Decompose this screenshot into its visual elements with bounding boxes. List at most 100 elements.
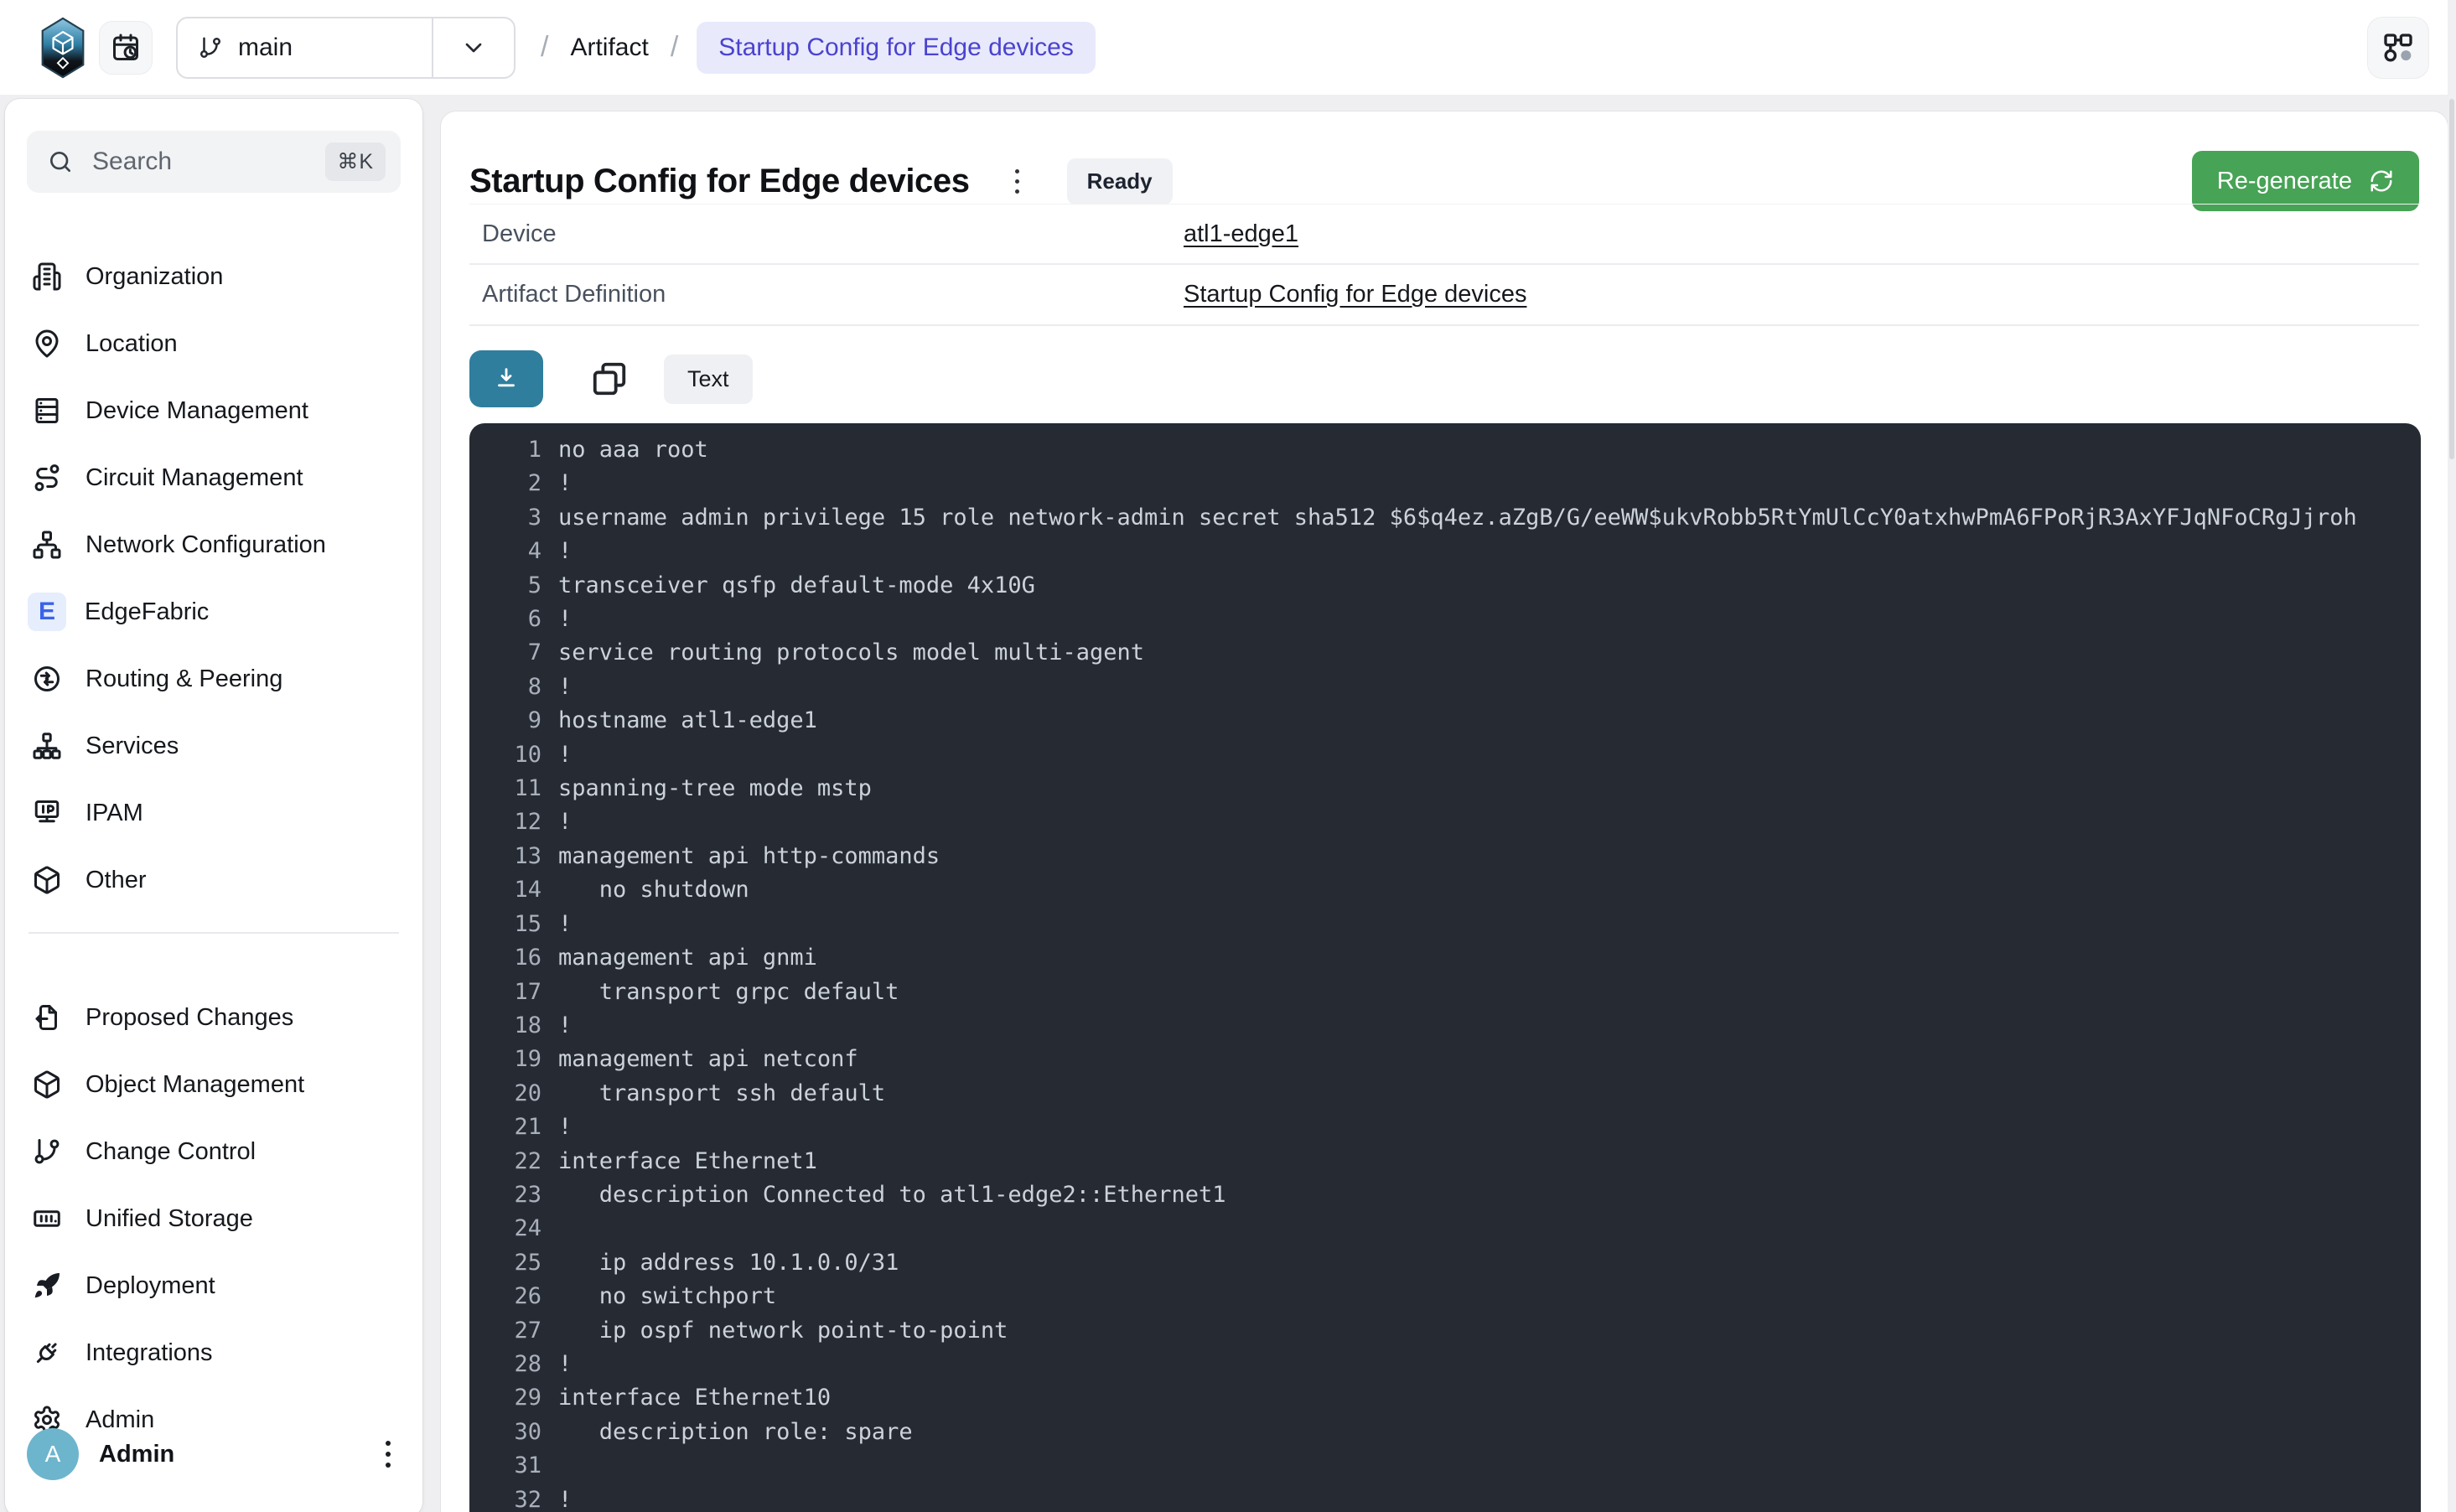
line-text: ip ospf network point-to-point <box>558 1314 1008 1348</box>
sidebar-item-device-management[interactable]: Device Management <box>5 377 422 444</box>
line-text: spanning-tree mode mstp <box>558 772 872 805</box>
line-text: management api gnmi <box>558 941 817 975</box>
line-number: 18 <box>490 1009 541 1043</box>
sidebar-item-label: Object Management <box>85 1071 304 1099</box>
sidebar-item-label: EdgeFabric <box>85 598 209 626</box>
sidebar-item-object-management[interactable]: Object Management <box>5 1051 422 1118</box>
route-icon <box>32 463 62 493</box>
sidebar-item-location[interactable]: Location <box>5 310 422 377</box>
line-number: 1 <box>490 433 541 467</box>
line-number: 23 <box>490 1178 541 1212</box>
line-text: interface Ethernet10 <box>558 1381 831 1415</box>
sidebar-item-label: Services <box>85 733 179 760</box>
page-scrollbar-thumb[interactable] <box>2449 99 2454 459</box>
sidebar-item-services[interactable]: Services <box>5 712 422 779</box>
app-logo-icon[interactable] <box>40 17 85 79</box>
code-line: 31 <box>490 1449 2421 1483</box>
line-number: 31 <box>490 1449 541 1483</box>
line-number: 26 <box>490 1280 541 1313</box>
branch-selector-toggle[interactable] <box>432 18 514 77</box>
search-placeholder: Search <box>92 148 307 176</box>
line-text: no shutdown <box>558 873 749 907</box>
breadcrumb-current[interactable]: Startup Config for Edge devices <box>697 22 1096 74</box>
sidebar-item-label: Change Control <box>85 1138 256 1166</box>
search-shortcut-badge: ⌘K <box>325 142 386 181</box>
code-line: 14 no shutdown <box>490 873 2421 907</box>
line-text: hostname atl1-edge1 <box>558 704 817 738</box>
code-line: 17 transport grpc default <box>490 976 2421 1009</box>
sidebar-item-unified-storage[interactable]: Unified Storage <box>5 1185 422 1252</box>
sidebar: Search ⌘K Organization Location Device Man… <box>5 99 422 1512</box>
sidebar-item-proposed-changes[interactable]: Proposed Changes <box>5 984 422 1051</box>
copy-button[interactable] <box>590 360 629 398</box>
line-number: 24 <box>490 1212 541 1245</box>
meta-value-link[interactable]: Startup Config for Edge devices <box>1184 281 1526 308</box>
sidebar-item-label: Routing & Peering <box>85 665 282 693</box>
line-number: 10 <box>490 738 541 772</box>
sidebar-item-label: Proposed Changes <box>85 1004 293 1032</box>
search-input[interactable]: Search ⌘K <box>27 131 401 193</box>
sidebar-item-deployment[interactable]: Deployment <box>5 1252 422 1319</box>
user-name: Admin <box>99 1441 364 1468</box>
breadcrumb-artifact[interactable]: Artifact <box>570 34 648 62</box>
line-number: 11 <box>490 772 541 805</box>
sidebar-item-ipam[interactable]: IPAM <box>5 779 422 847</box>
line-text: ! <box>558 467 572 500</box>
main-content: Startup Config for Edge devices Ready Re… <box>441 111 2448 1512</box>
code-line: 9hostname atl1-edge1 <box>490 704 2421 738</box>
user-menu-kebab-icon[interactable] <box>384 1441 392 1468</box>
ipam-icon <box>32 798 62 828</box>
code-line: 1 no aaa root <box>490 433 2421 467</box>
line-number: 15 <box>490 908 541 941</box>
code-line: 29interface Ethernet10 <box>490 1381 2421 1415</box>
line-number: 5 <box>490 569 541 603</box>
code-line: 2! <box>490 467 2421 500</box>
artifact-header: Startup Config for Edge devices Ready Re… <box>469 151 2419 211</box>
storage-icon <box>32 1204 62 1234</box>
box-icon <box>32 1069 62 1100</box>
line-number: 4 <box>490 535 541 568</box>
page-title: Startup Config for Edge devices <box>469 163 970 200</box>
line-number: 22 <box>490 1145 541 1178</box>
code-line: 18! <box>490 1009 2421 1043</box>
sidebar-item-integrations[interactable]: Integrations <box>5 1319 422 1386</box>
meta-value-link[interactable]: atl1-edge1 <box>1184 220 1298 248</box>
sidebar-item-network-configuration[interactable]: Network Configuration <box>5 511 422 578</box>
download-button[interactable] <box>469 350 543 407</box>
sitemap-icon <box>32 731 62 761</box>
sidebar-item-edgefabric[interactable]: EEdgeFabric <box>5 578 422 645</box>
sidebar-item-label: Other <box>85 867 147 894</box>
sidebar-item-other[interactable]: Other <box>5 847 422 914</box>
branch-selector[interactable]: main <box>176 17 516 79</box>
code-line: 32! <box>490 1484 2421 1512</box>
code-block[interactable]: 1no aaa root2!3username admin privilege … <box>469 423 2421 1512</box>
topology-menu-button[interactable] <box>2367 17 2429 79</box>
sidebar-item-label: Location <box>85 330 178 358</box>
regenerate-button[interactable]: Re-generate <box>2192 151 2419 211</box>
line-text: transport ssh default <box>558 1077 885 1111</box>
page-scrollbar[interactable] <box>2448 0 2456 1512</box>
code-line: 11 spanning-tree mode mstp <box>490 772 2421 805</box>
sidebar-item-change-control[interactable]: Change Control <box>5 1118 422 1185</box>
user-menu[interactable]: A Admin <box>5 1425 422 1484</box>
line-text: ! <box>558 1111 572 1144</box>
meta-label: Device <box>469 220 1184 248</box>
line-text: ! <box>558 1484 572 1512</box>
sidebar-item-routing-peering[interactable]: Routing & Peering <box>5 645 422 712</box>
line-text: ! <box>558 908 572 941</box>
line-number: 13 <box>490 840 541 873</box>
line-number: 12 <box>490 805 541 839</box>
sidebar-item-circuit-management[interactable]: Circuit Management <box>5 444 422 511</box>
sidebar-nav-primary: Organization Location Device ManagementCir… <box>5 243 422 914</box>
code-line: 4! <box>490 535 2421 568</box>
top-bar: main / Artifact / Startup Config for Edg… <box>0 0 2456 95</box>
line-number: 27 <box>490 1314 541 1348</box>
line-text: ! <box>558 1348 572 1381</box>
line-text: ! <box>558 671 572 704</box>
line-text: no aaa root <box>558 433 708 467</box>
format-toggle[interactable]: Text <box>664 355 753 404</box>
artifact-actions-kebab-icon[interactable] <box>1013 169 1022 194</box>
date-picker-button[interactable] <box>99 21 153 75</box>
code-line: 10! <box>490 738 2421 772</box>
sidebar-item-organization[interactable]: Organization <box>5 243 422 310</box>
